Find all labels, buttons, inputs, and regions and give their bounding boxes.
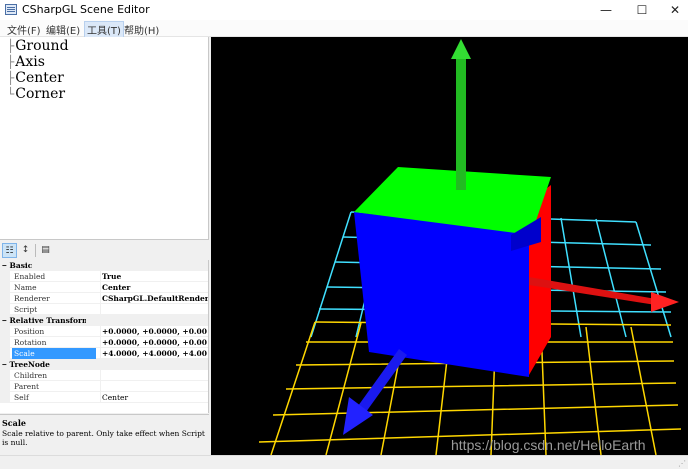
menu-edit[interactable]: 编辑(E) (46, 22, 80, 37)
property-name: Renderer (14, 294, 50, 303)
category-label: TreeNode (9, 360, 50, 369)
property-description-panel: Scale Scale relative to parent. Only tak… (0, 414, 209, 455)
property-grid-toolbar: ☷ ↕ ▤ (0, 241, 209, 260)
description-title: Scale (2, 418, 26, 428)
property-row-parent[interactable]: Parent (0, 381, 208, 392)
property-name: Name (14, 283, 37, 292)
tree-item-ground[interactable]: ├Ground (7, 38, 69, 54)
y-axis-arrow-head (451, 39, 471, 59)
property-value[interactable] (100, 370, 208, 381)
property-row-enabled[interactable]: Enabled True (0, 271, 208, 282)
property-row-position[interactable]: Position +0.0000, +0.0000, +0.00 (0, 326, 208, 337)
property-name: Children (14, 371, 48, 380)
title-bar: CSharpGL Scene Editor — ☐ ✕ (0, 0, 688, 20)
property-name: Parent (14, 382, 40, 391)
menu-file[interactable]: 文件(F) (7, 22, 41, 37)
property-row-scale[interactable]: Scale +4.0000, +4.0000, +4.00 (0, 348, 208, 359)
property-value[interactable] (100, 381, 208, 392)
property-name: Enabled (14, 272, 46, 281)
app-icon (5, 4, 17, 15)
close-button[interactable]: ✕ (660, 0, 688, 20)
property-name: Script (14, 305, 38, 314)
property-row-renderer[interactable]: Renderer CSharpGL.DefaultRendere (0, 293, 208, 304)
property-value[interactable]: Center (100, 392, 208, 403)
x-axis-arrow-head (651, 292, 679, 312)
menu-help[interactable]: 帮助(H) (124, 22, 159, 37)
property-name: Self (14, 393, 29, 402)
property-value[interactable]: +0.0000, +0.0000, +0.00 (100, 326, 208, 337)
category-label: Basic (9, 261, 33, 270)
category-treenode[interactable]: − TreeNode (0, 359, 208, 370)
property-row-self[interactable]: Self Center (0, 392, 208, 403)
tree-item-label: Corner (15, 86, 66, 102)
tree-item-center[interactable]: ├Center (7, 70, 64, 86)
window-title: CSharpGL Scene Editor (22, 3, 150, 16)
property-grid: − Basic Enabled True Name Center Renderer… (0, 260, 209, 413)
tree-item-label: Center (15, 70, 64, 86)
alphabetical-icon[interactable]: ↕ (18, 243, 33, 258)
tree-item-label: Axis (15, 54, 45, 70)
cube-front-face (354, 212, 529, 377)
property-value[interactable] (100, 304, 208, 315)
property-row-name[interactable]: Name Center (0, 282, 208, 293)
property-name: Rotation (14, 338, 47, 347)
watermark-text: https://blog.csdn.net/HelloEarth (451, 437, 646, 453)
toolbar-separator (35, 244, 36, 257)
property-pages-icon[interactable]: ▤ (38, 243, 53, 258)
description-text: Scale relative to parent. Only take effe… (2, 429, 205, 447)
property-value[interactable]: True (100, 271, 208, 282)
tree-item-corner[interactable]: └Corner (7, 86, 65, 102)
property-row-rotation[interactable]: Rotation +0.0000, +0.0000, +0.00 (0, 337, 208, 348)
property-value[interactable]: +4.0000, +4.0000, +4.00 (100, 348, 208, 359)
property-value[interactable]: CSharpGL.DefaultRendere (100, 293, 208, 304)
category-label: Relative Transform (9, 316, 86, 325)
z-axis-arrow-shaft (358, 349, 407, 412)
category-relative-transform[interactable]: − Relative Transform (0, 315, 208, 326)
property-value[interactable]: Center (100, 282, 208, 293)
scene-tree: ├Ground ├Axis ├Center └Corner (0, 37, 209, 240)
property-row-script[interactable]: Script (0, 304, 208, 315)
resize-grip-icon[interactable]: ⋰ (678, 459, 686, 468)
minimize-button[interactable]: — (591, 0, 621, 20)
property-value[interactable]: +0.0000, +0.0000, +0.00 (100, 337, 208, 348)
property-name: Scale (12, 348, 96, 359)
category-basic[interactable]: − Basic (0, 260, 208, 271)
tree-item-axis[interactable]: ├Axis (7, 54, 45, 70)
scene-viewport[interactable]: https://blog.csdn.net/HelloEarth (211, 37, 688, 455)
maximize-button[interactable]: ☐ (627, 0, 657, 20)
tree-item-label: Ground (15, 38, 69, 54)
status-bar: ⋰ (0, 455, 688, 469)
categorized-icon[interactable]: ☷ (2, 243, 17, 258)
scene-render (258, 39, 682, 455)
y-axis-arrow-shaft (456, 55, 466, 190)
menu-bar: 文件(F) 编辑(E) 工具(T) 帮助(H) (0, 20, 688, 38)
property-row-children[interactable]: Children (0, 370, 208, 381)
property-name: Position (14, 327, 45, 336)
menu-tools[interactable]: 工具(T) (84, 21, 124, 38)
